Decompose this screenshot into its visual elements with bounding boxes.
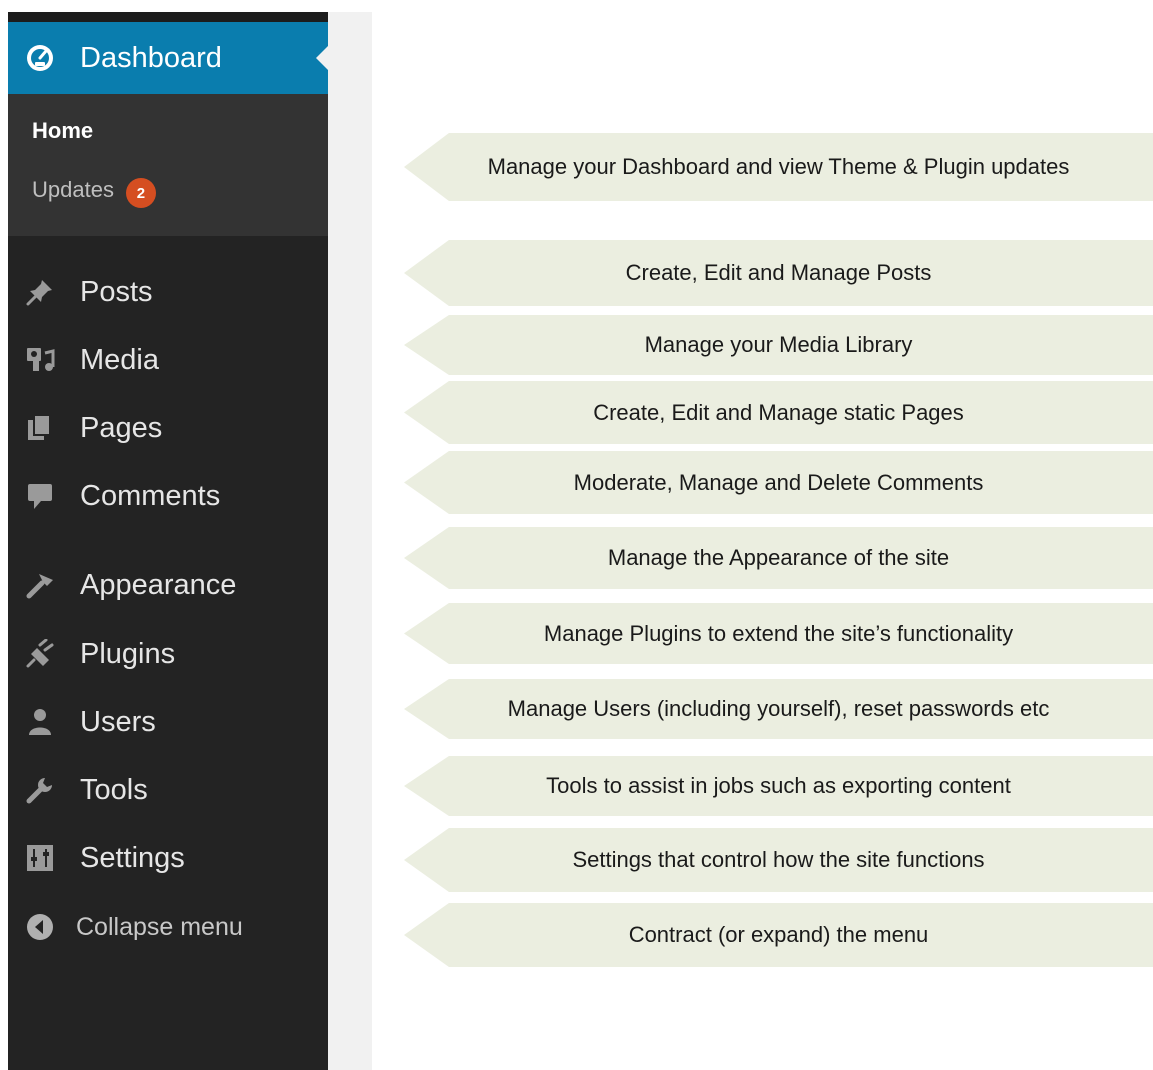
sidebar-item-label: Pages bbox=[80, 411, 163, 444]
sidebar-item-label: Posts bbox=[80, 275, 153, 308]
sidebar-item-tools[interactable]: Tools bbox=[8, 765, 328, 815]
callout-text: Manage your Media Library bbox=[644, 332, 913, 357]
dashboard-submenu: Home Updates 2 bbox=[8, 94, 328, 236]
sidebar-item-label: Comments bbox=[80, 479, 221, 512]
callout-text: Create, Edit and Manage static Pages bbox=[593, 399, 964, 425]
callout-media: Manage your Media Library bbox=[404, 315, 1153, 375]
pin-icon bbox=[24, 276, 56, 308]
callout-users: Manage Users (including yourself), reset… bbox=[404, 679, 1153, 739]
callout-dashboard: Manage your Dashboard and view Theme & P… bbox=[404, 133, 1153, 201]
sidebar-item-settings[interactable]: Settings bbox=[8, 833, 328, 883]
users-icon bbox=[24, 706, 56, 738]
callout-tools: Tools to assist in jobs such as exportin… bbox=[404, 756, 1153, 816]
collapse-arrow-icon bbox=[24, 911, 56, 943]
callout-settings: Settings that control how the site funct… bbox=[404, 828, 1153, 892]
sidebar-item-label: Dashboard bbox=[80, 41, 222, 74]
callout-pages: Create, Edit and Manage static Pages bbox=[404, 381, 1153, 444]
sidebar-item-pages[interactable]: Pages bbox=[8, 403, 328, 453]
callout-text: Manage Plugins to extend the site’s func… bbox=[543, 620, 1014, 646]
content-gutter bbox=[328, 12, 372, 1070]
submenu-item-label: Updates bbox=[32, 177, 114, 202]
sidebar-item-users[interactable]: Users bbox=[8, 697, 328, 747]
callout-collapse: Contract (or expand) the menu bbox=[404, 903, 1153, 967]
callout-plugins: Manage Plugins to extend the site’s func… bbox=[404, 603, 1153, 664]
callout-text: Manage your Dashboard and view Theme & P… bbox=[487, 154, 1070, 179]
paintbrush-icon bbox=[24, 569, 56, 601]
sidebar-item-appearance[interactable]: Appearance bbox=[8, 560, 328, 610]
update-count-badge: 2 bbox=[125, 178, 156, 208]
comment-icon bbox=[24, 480, 56, 512]
pages-icon bbox=[24, 412, 56, 444]
callout-text: Moderate, Manage and Delete Comments bbox=[573, 469, 984, 495]
callout-text: Tools to assist in jobs such as exportin… bbox=[546, 773, 1011, 798]
admin-sidebar: Dashboard Home Updates 2 Posts Media Pag… bbox=[8, 12, 328, 1070]
callout-comments: Moderate, Manage and Delete Comments bbox=[404, 451, 1153, 514]
sidebar-item-comments[interactable]: Comments bbox=[8, 471, 328, 521]
callout-posts: Create, Edit and Manage Posts bbox=[404, 240, 1153, 306]
sidebar-item-label: Users bbox=[80, 705, 156, 738]
dashboard-icon bbox=[24, 42, 56, 74]
sidebar-item-posts[interactable]: Posts bbox=[8, 267, 328, 317]
sidebar-top-edge bbox=[8, 12, 328, 22]
sidebar-item-label: Media bbox=[80, 343, 159, 376]
sidebar-item-label: Plugins bbox=[80, 637, 176, 670]
sidebar-item-label: Appearance bbox=[80, 568, 237, 601]
sidebar-item-label: Tools bbox=[80, 773, 148, 806]
callout-text: Contract (or expand) the menu bbox=[628, 922, 929, 947]
media-icon bbox=[24, 344, 56, 376]
callout-appearance: Manage the Appearance of the site bbox=[404, 527, 1153, 589]
callout-text: Settings that control how the site funct… bbox=[572, 847, 985, 872]
plugin-icon bbox=[24, 638, 56, 670]
sidebar-item-label: Settings bbox=[80, 841, 185, 874]
callout-text: Manage the Appearance of the site bbox=[607, 545, 950, 570]
collapse-menu-label: Collapse menu bbox=[76, 912, 243, 941]
collapse-menu-button[interactable]: Collapse menu bbox=[8, 902, 328, 952]
callout-text: Create, Edit and Manage Posts bbox=[625, 260, 932, 285]
active-indicator bbox=[316, 46, 328, 70]
submenu-item-home[interactable]: Home bbox=[32, 118, 93, 144]
sidebar-item-media[interactable]: Media bbox=[8, 335, 328, 385]
callout-text: Manage Users (including yourself), reset… bbox=[507, 696, 1050, 721]
sidebar-item-plugins[interactable]: Plugins bbox=[8, 629, 328, 679]
sidebar-item-dashboard[interactable]: Dashboard bbox=[8, 22, 328, 94]
wrench-icon bbox=[24, 774, 56, 806]
submenu-item-updates[interactable]: Updates 2 bbox=[32, 172, 156, 208]
settings-icon bbox=[24, 842, 56, 874]
